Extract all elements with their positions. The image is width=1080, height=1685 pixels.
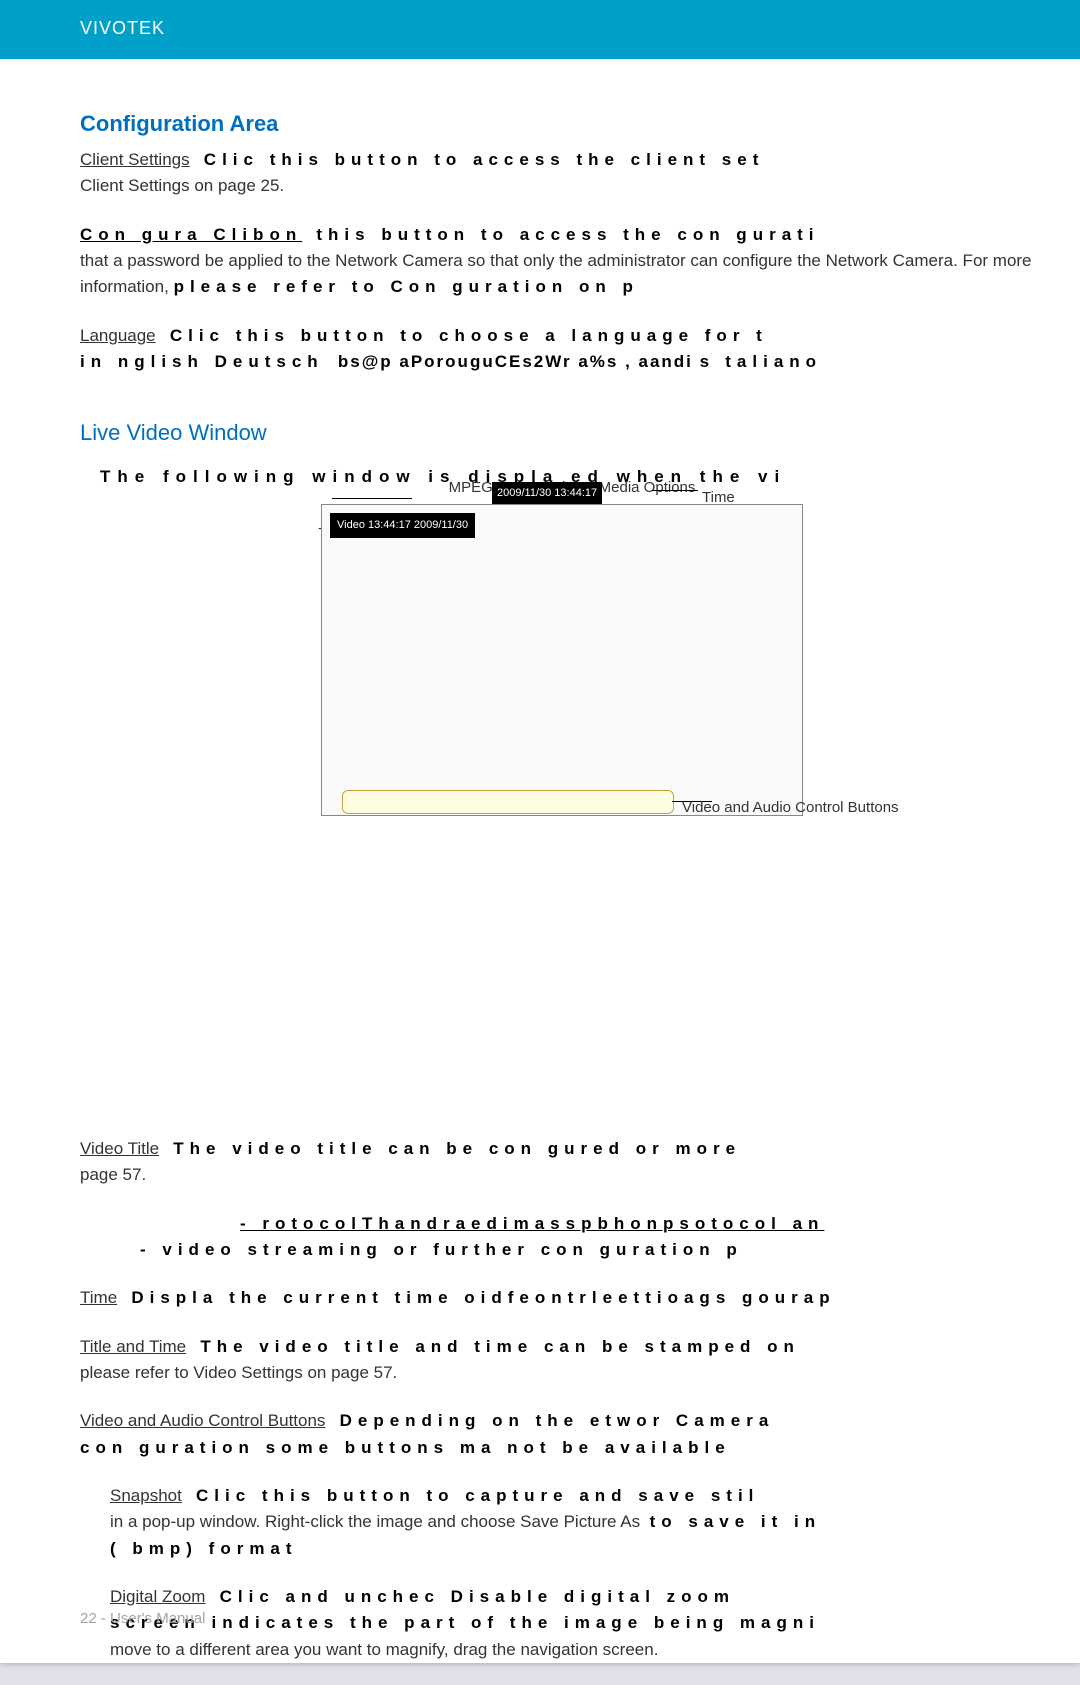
client-settings-tail: Client Settings on page 25. (80, 176, 284, 195)
video-diagram: MPEG-4 Protocol and Media Options Video … (212, 504, 912, 1106)
zoom-line2: screen indicates the part of the image b… (110, 1613, 820, 1632)
ctrl-caption: Video and Audio Control Buttons (682, 796, 899, 819)
language-desc: Clic this button to choose a language fo… (170, 326, 768, 345)
vac-desc2: con guration some buttons ma not be avai… (80, 1438, 731, 1457)
configuration-tail: please refer to Con guration on p (174, 277, 639, 296)
title-time-desc: The video title and time can be stamped … (200, 1337, 800, 1356)
para-time: Time Displa the current time oidfeontrle… (80, 1285, 1044, 1311)
header-rule (0, 57, 1080, 59)
snapshot-link[interactable]: Snapshot (110, 1486, 182, 1505)
vac-link[interactable]: Video and Audio Control Buttons (80, 1411, 325, 1430)
snapshot-body-tail: to save it in (650, 1512, 822, 1531)
para-language: Language Clic this button to choose a la… (80, 323, 1044, 376)
snapshot-desc: Clic this button to capture and save sti… (196, 1486, 759, 1505)
header-bar: VIVOTEK (0, 0, 1080, 57)
leader-line (652, 490, 698, 491)
time-link[interactable]: Time (80, 1288, 117, 1307)
configuration-link[interactable]: Con gura Clibon (80, 225, 302, 244)
timestamp-top: 2009/11/30 13:44:17 (492, 482, 602, 505)
time-desc: Displa the current time oidfeontrleettio… (131, 1288, 835, 1307)
para-client-settings: Client Settings Clic this button to acce… (80, 147, 1044, 200)
section-heading-live: Live Video Window (80, 416, 1044, 450)
para-title-time: Title and Time The video title and time … (80, 1334, 1044, 1387)
language-line2c: taliano (725, 352, 822, 371)
spacer (212, 816, 912, 1106)
snapshot-body: in a pop-up window. Right-click the imag… (110, 1512, 640, 1531)
video-title-desc: The video title can be con gured or more (173, 1139, 741, 1158)
language-link[interactable]: Language (80, 326, 156, 345)
client-settings-link[interactable]: Client Settings (80, 150, 190, 169)
title-time-link[interactable]: Title and Time (80, 1337, 186, 1356)
para-vac: Video and Audio Control Buttons Dependin… (80, 1408, 1044, 1461)
section-heading-config: Configuration Area (80, 107, 1044, 141)
zoom-desc: Clic and unchec Disable digital zoom (220, 1587, 735, 1606)
language-line2a: in nglish Deutsch (80, 352, 324, 371)
protocol-line2: - video streaming or further con guratio… (140, 1240, 743, 1259)
zoom-tail: move to a different area you want to mag… (110, 1640, 658, 1659)
page-content: Configuration Area Client Settings Clic … (0, 89, 1080, 1663)
para-video-title: Video Title The video title can be con g… (80, 1136, 1044, 1189)
video-title-tail: page 57. (80, 1165, 146, 1184)
protocol-line1: - rotocolThandraedimasspbhonpsotocol an (240, 1214, 824, 1233)
zoom-link[interactable]: Digital Zoom (110, 1587, 205, 1606)
document-page: VIVOTEK Configuration Area Client Settin… (0, 0, 1080, 1663)
language-line2b: bs@p aPorouguCEs2Wr a%s , aandi s (338, 352, 711, 371)
page-footer: 22 - User's Manual (80, 1610, 205, 1627)
video-box: Video 13:44:17 2009/11/30 (321, 504, 803, 816)
configuration-desc: this button to access the con gurati (316, 225, 819, 244)
client-settings-desc: Clic this button to access the client se… (204, 150, 765, 169)
para-snapshot: Snapshot Clic this button to capture and… (110, 1483, 1044, 1562)
vac-desc1: Depending on the etwor Camera (340, 1411, 775, 1430)
title-time-tail: please refer to Video Settings on page 5… (80, 1363, 397, 1382)
para-configuration: Con gura Clibon this button to access th… (80, 222, 1044, 301)
control-bar[interactable] (342, 790, 674, 814)
para-protocol: - rotocolThandraedimasspbhonpsotocol an … (80, 1211, 1044, 1264)
video-title-link[interactable]: Video Title (80, 1139, 159, 1158)
brand-text: VIVOTEK (80, 18, 165, 38)
para-zoom: Digital Zoom Clic and unchec Disable dig… (110, 1584, 1044, 1663)
leader-line (332, 498, 412, 499)
video-title-bar: Video 13:44:17 2009/11/30 (330, 513, 475, 538)
snapshot-format: ( bmp) format (110, 1539, 298, 1558)
